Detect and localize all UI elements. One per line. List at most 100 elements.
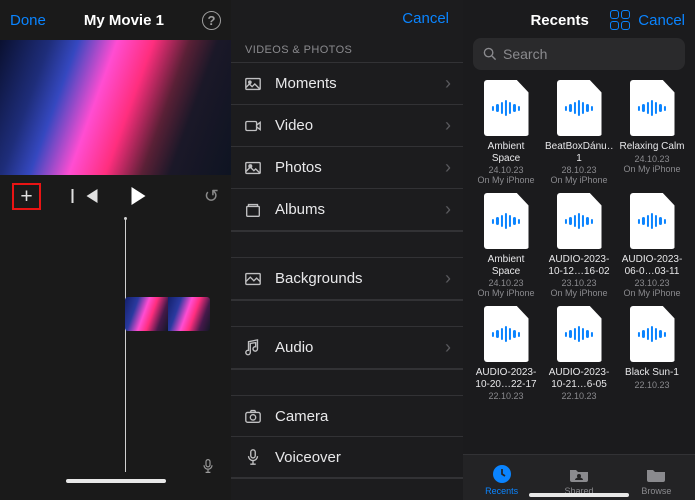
camera-icon [243,406,263,426]
file-grid: Ambient Space 24.10.23 On My iPhone Beat… [463,70,695,401]
timeline[interactable] [0,217,231,487]
tab-bar: Recents Shared Browse [463,454,695,500]
file-location: On My iPhone [623,164,680,174]
tab-label: Browse [641,486,671,496]
editor-header: Done My Movie 1 ? [0,0,231,40]
tab-shared[interactable]: Shared [540,463,617,496]
tab-recents[interactable]: Recents [463,463,540,496]
audio-icon [243,338,263,358]
add-highlight: + [12,183,41,210]
playback-controls [86,187,145,205]
row-photos[interactable]: Photos › [231,146,463,188]
file-item[interactable]: AUDIO-2023-10-12…16-02 23.10.23 On My iP… [545,193,613,298]
view-toggle-button[interactable] [610,10,630,30]
row-label: Voiceover [275,449,451,466]
shared-icon [568,463,590,485]
files-title: Recents [509,12,610,29]
row-label: Video [275,117,433,134]
file-item[interactable]: Black Sun-1 22.10.23 [619,306,685,401]
file-doc-icon [557,193,602,249]
home-indicator [529,493,629,497]
add-media-button[interactable]: + [20,186,32,207]
file-name: AUDIO-2023-06-0…03-11 [619,254,685,277]
row-label: Photos [275,159,433,176]
play-button[interactable] [131,187,145,205]
file-doc-icon [484,193,529,249]
file-name: BeatBoxDánu…1 [545,141,613,164]
row-label: Backgrounds [275,270,433,287]
picker-header: Cancel [231,0,463,36]
file-doc-icon [630,80,675,136]
file-name: AUDIO-2023-10-21…6-05 [545,367,613,390]
file-item[interactable]: AUDIO-2023-06-0…03-11 23.10.23 On My iPh… [619,193,685,298]
file-doc-icon [630,193,675,249]
row-label: Albums [275,201,433,218]
file-date: 23.10.23 [634,278,669,288]
chevron-right-icon: › [445,268,451,289]
file-date: 22.10.23 [488,391,523,401]
record-voiceover-button[interactable] [199,457,217,475]
file-item[interactable]: AUDIO-2023-10-21…6-05 22.10.23 [545,306,613,401]
home-indicator [66,479,166,483]
row-albums[interactable]: Albums › [231,188,463,231]
photos-icon [243,158,263,178]
file-item[interactable]: Relaxing Calm 24.10.23 On My iPhone [619,80,685,185]
search-placeholder: Search [503,46,547,62]
files-header: Recents Cancel [463,0,695,38]
project-title: My Movie 1 [84,12,164,29]
file-location: On My iPhone [550,288,607,298]
cancel-button[interactable]: Cancel [402,10,449,26]
chevron-right-icon: › [445,157,451,178]
editor-panel: Done My Movie 1 ? + ↺ [0,0,231,500]
row-video[interactable]: Video › [231,104,463,146]
row-label: Moments [275,75,433,92]
row-camera[interactable]: Camera [231,395,463,436]
file-doc-icon [484,306,529,362]
row-audio[interactable]: Audio › [231,326,463,369]
file-location: On My iPhone [550,175,607,185]
file-name: AUDIO-2023-10-12…16-02 [545,254,613,277]
row-backgrounds[interactable]: Backgrounds › [231,257,463,300]
transport-bar: + ↺ [0,175,231,217]
undo-button[interactable]: ↺ [204,186,219,207]
video-preview[interactable] [0,40,231,175]
moments-icon [243,74,263,94]
file-item[interactable]: Ambient Space 24.10.23 On My iPhone [473,193,539,298]
cancel-button[interactable]: Cancel [638,12,685,29]
backgrounds-icon [243,269,263,289]
row-label: Camera [275,408,451,425]
row-label: Audio [275,339,433,356]
done-button[interactable]: Done [10,12,46,29]
chevron-right-icon: › [445,73,451,94]
tab-browse[interactable]: Browse [618,463,695,496]
file-doc-icon [484,80,529,136]
file-name: Ambient Space [473,141,539,164]
file-name: Ambient Space [473,254,539,277]
file-item[interactable]: AUDIO-2023-10-20…22-17 22.10.23 [473,306,539,401]
file-doc-icon [630,306,675,362]
search-field[interactable]: Search [473,38,685,70]
file-item[interactable]: BeatBoxDánu…1 28.10.23 On My iPhone [545,80,613,185]
video-icon [243,116,263,136]
voiceover-icon [243,447,263,467]
row-moments[interactable]: Moments › [231,62,463,104]
file-item[interactable]: Ambient Space 24.10.23 On My iPhone [473,80,539,185]
tab-label: Recents [485,486,518,496]
file-date: 24.10.23 [634,154,669,164]
media-picker-panel: Cancel VIDEOS & PHOTOS Moments › Video ›… [231,0,463,500]
video-clip[interactable] [125,297,210,331]
file-location: On My iPhone [623,288,680,298]
chevron-right-icon: › [445,115,451,136]
chevron-right-icon: › [445,199,451,220]
file-date: 28.10.23 [561,165,596,175]
skip-start-button[interactable] [86,189,97,203]
file-doc-icon [557,306,602,362]
help-button[interactable]: ? [202,11,221,30]
file-name: Black Sun-1 [625,367,679,379]
playhead[interactable] [125,217,126,472]
search-icon [483,47,497,61]
row-voiceover[interactable]: Voiceover [231,436,463,478]
file-date: 22.10.23 [634,380,669,390]
file-location: On My iPhone [477,288,534,298]
chevron-right-icon: › [445,337,451,358]
